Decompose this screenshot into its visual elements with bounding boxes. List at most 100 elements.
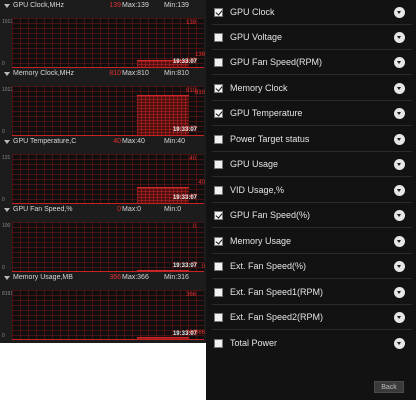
graph-min-value: Min:40 [164,138,186,145]
graph-plot: 810 810 19:33:07 [12,86,204,136]
collapse-arrow-icon[interactable] [4,140,10,144]
graph-max-value: Max:40 [122,138,145,145]
graph-min-value: Min:0 [164,206,182,213]
chevron-down-icon[interactable] [394,32,405,43]
checkmark-icon [215,237,223,245]
setting-checkbox[interactable] [214,109,223,118]
chevron-down-icon[interactable] [394,236,405,247]
graph-right-value: 0 [201,264,205,270]
setting-checkbox[interactable] [214,186,223,195]
graph-header[interactable]: GPU Clock,MHz 139 Max:139 Min:139 [0,0,206,14]
setting-row-vid-usage[interactable]: VID Usage,% [206,178,416,203]
setting-row-ext-fan-speed1-rpm[interactable]: Ext. Fan Speed1(RPM) [206,280,416,305]
collapse-arrow-icon[interactable] [4,72,10,76]
setting-checkbox[interactable] [214,58,223,67]
setting-row-gpu-usage[interactable]: GPU Usage [206,152,416,177]
chevron-down-icon[interactable] [394,338,405,349]
setting-checkbox[interactable] [214,237,223,246]
graph-plot: 0 0 19:33:07 [12,222,204,272]
collapse-arrow-icon[interactable] [4,4,10,8]
setting-label: Total Power [230,338,278,348]
graph-current-value: 0 [117,206,121,213]
setting-label: GPU Fan Speed(RPM) [230,57,323,67]
chevron-down-icon[interactable] [394,312,405,323]
setting-checkbox[interactable] [214,160,223,169]
row-divider [212,227,412,228]
setting-row-gpu-fan-speed-rpm[interactable]: GPU Fan Speed(RPM) [206,50,416,75]
setting-row-memory-usage[interactable]: Memory Usage [206,229,416,254]
setting-row-ext-fan-speed-percent[interactable]: Ext. Fan Speed(%) [206,254,416,279]
axis-min-label: 0 [2,197,5,203]
checkmark-icon [215,84,223,92]
graph-timestamp: 19:33:07 [172,195,197,201]
chevron-down-icon[interactable] [394,57,405,68]
setting-row-gpu-fan-speed-percent[interactable]: GPU Fan Speed(%) [206,203,416,228]
chevron-down-icon[interactable] [394,287,405,298]
back-button[interactable]: Back [374,381,404,393]
graph-title: GPU Fan Speed,% [13,206,73,213]
graph-header[interactable]: GPU Fan Speed,% 0 Max:0 Min:0 [0,204,206,218]
setting-label: Memory Usage [230,236,292,246]
plot-value-top: 40 [189,156,196,162]
setting-label: GPU Clock [230,7,275,17]
setting-checkbox[interactable] [214,33,223,42]
graph-header[interactable]: Memory Usage,MB 366 Max:366 Min:316 [0,272,206,286]
setting-checkbox[interactable] [214,8,223,17]
setting-row-gpu-clock[interactable]: GPU Clock [206,0,416,25]
setting-checkbox[interactable] [214,313,223,322]
chevron-down-icon[interactable] [394,159,405,170]
setting-row-power-target-status[interactable]: Power Target status [206,127,416,152]
axis-max-label: 131 [2,155,11,161]
setting-label: Ext. Fan Speed(%) [230,261,307,271]
setting-row-total-power[interactable]: Total Power [206,331,416,356]
setting-row-memory-clock[interactable]: Memory Clock [206,76,416,101]
axis-min-label: 0 [2,129,5,135]
setting-label: Power Target status [230,134,310,144]
plot-value-top: 139 [185,20,196,26]
collapse-arrow-icon[interactable] [4,208,10,212]
graph-min-value: Min:810 [164,70,189,77]
graph-plot: 366 366 19:33:07 [12,290,204,340]
row-divider [212,74,412,75]
graph-max-value: Max:139 [122,2,149,9]
chevron-down-icon[interactable] [394,185,405,196]
setting-label: GPU Voltage [230,32,283,42]
setting-row-ext-fan-speed2-rpm[interactable]: Ext. Fan Speed2(RPM) [206,305,416,330]
chevron-down-icon[interactable] [394,261,405,272]
setting-checkbox[interactable] [214,135,223,144]
chevron-down-icon[interactable] [394,134,405,145]
graph-right-value: 366 [194,330,205,336]
axis-min-label: 0 [2,61,5,67]
graph-timestamp: 19:33:07 [172,127,197,133]
setting-checkbox[interactable] [214,262,223,271]
row-divider [212,125,412,126]
graph-current-value: 40 [113,138,121,145]
chevron-down-icon[interactable] [394,83,405,94]
axis-min-label: 0 [2,265,5,271]
chevron-down-icon[interactable] [394,108,405,119]
graph-plot: 40 40 19:33:07 [12,154,204,204]
graph-header[interactable]: Memory Clock,MHz 810 Max:810 Min:810 [0,68,206,82]
collapse-arrow-icon[interactable] [4,276,10,280]
chevron-down-icon[interactable] [394,210,405,221]
graph-right-value: 40 [198,180,205,186]
axis-min-label: 0 [2,333,5,339]
setting-checkbox[interactable] [214,339,223,348]
graph-title: Memory Clock,MHz [13,70,75,77]
setting-checkbox[interactable] [214,288,223,297]
graph-min-value: Min:139 [164,2,189,9]
graph-title: Memory Usage,MB [13,274,73,281]
graph-title: GPU Clock,MHz [13,2,64,9]
setting-checkbox[interactable] [214,211,223,220]
graph-plot: 139 139 19:33:07 [12,18,204,68]
setting-row-gpu-voltage[interactable]: GPU Voltage [206,25,416,50]
checkmark-icon [215,211,223,219]
setting-row-gpu-temperature[interactable]: GPU Temperature [206,101,416,126]
graph-gpu-clock: GPU Clock,MHz 139 Max:139 Min:139 1012 0… [0,0,206,68]
row-divider [212,176,412,177]
setting-checkbox[interactable] [214,84,223,93]
setting-label: GPU Usage [230,159,279,169]
graph-header[interactable]: GPU Temperature,C 40 Max:40 Min:40 [0,136,206,150]
graph-gpu-fan-speed: GPU Fan Speed,% 0 Max:0 Min:0 100 0 0 0 … [0,204,206,272]
chevron-down-icon[interactable] [394,7,405,18]
